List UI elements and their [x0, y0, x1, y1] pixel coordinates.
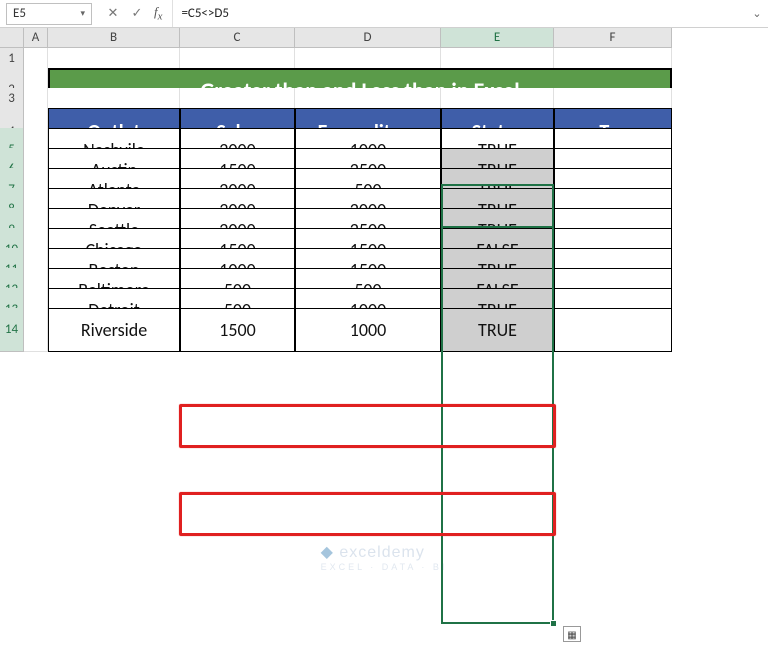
row-head-14[interactable]: 14 — [0, 308, 24, 352]
spreadsheet-grid[interactable]: A B C D E F 1 2 Greater than and Less th… — [0, 28, 768, 328]
chevron-down-icon[interactable]: ▾ — [80, 8, 85, 19]
formula-input[interactable] — [173, 3, 746, 25]
formula-bar: E5 ▾ ✕ ✓ fx ⌄ — [0, 0, 768, 28]
cell-A14[interactable] — [24, 308, 48, 352]
name-box-value: E5 — [13, 6, 26, 21]
cell-B3[interactable] — [48, 88, 180, 110]
col-head-B[interactable]: B — [48, 28, 180, 48]
formula-controls: ✕ ✓ fx — [96, 0, 173, 27]
autofill-options-icon[interactable]: ▦ — [563, 626, 581, 642]
cancel-icon[interactable]: ✕ — [102, 3, 124, 25]
confirm-icon[interactable]: ✓ — [126, 3, 148, 25]
cell-F1[interactable] — [554, 48, 672, 70]
col-head-D[interactable]: D — [295, 28, 441, 48]
cell-C14[interactable]: 1500 — [180, 308, 295, 352]
row-head-1[interactable]: 1 — [0, 48, 24, 70]
cell-A1[interactable] — [24, 48, 48, 70]
cell-F14[interactable] — [554, 308, 672, 352]
col-head-A[interactable]: A — [24, 28, 48, 48]
fill-handle[interactable] — [550, 620, 557, 627]
cell-F3[interactable] — [554, 88, 672, 110]
cell-D1[interactable] — [295, 48, 441, 70]
cell-E14[interactable]: TRUE — [441, 308, 554, 352]
cell-D14[interactable]: 1000 — [295, 308, 441, 352]
col-head-C[interactable]: C — [180, 28, 295, 48]
highlight-row-12 — [179, 492, 556, 536]
col-head-E[interactable]: E — [441, 28, 554, 48]
select-all-corner[interactable] — [0, 28, 24, 48]
cell-A3[interactable] — [24, 88, 48, 110]
cell-C1[interactable] — [180, 48, 295, 70]
highlight-row-10 — [179, 404, 556, 448]
row-head-3[interactable]: 3 — [0, 88, 24, 110]
cell-C3[interactable] — [180, 88, 295, 110]
cell-B14[interactable]: Riverside — [48, 308, 180, 352]
cell-E1[interactable] — [441, 48, 554, 70]
name-box[interactable]: E5 ▾ — [6, 3, 92, 25]
watermark: ◆ exceldemy EXCEL · DATA · BI — [321, 542, 448, 572]
cell-B1[interactable] — [48, 48, 180, 70]
fx-icon[interactable]: fx — [150, 4, 166, 23]
expand-formula-bar-icon[interactable]: ⌄ — [746, 7, 768, 20]
cell-E3[interactable] — [441, 88, 554, 110]
cell-D3[interactable] — [295, 88, 441, 110]
col-head-F[interactable]: F — [554, 28, 672, 48]
